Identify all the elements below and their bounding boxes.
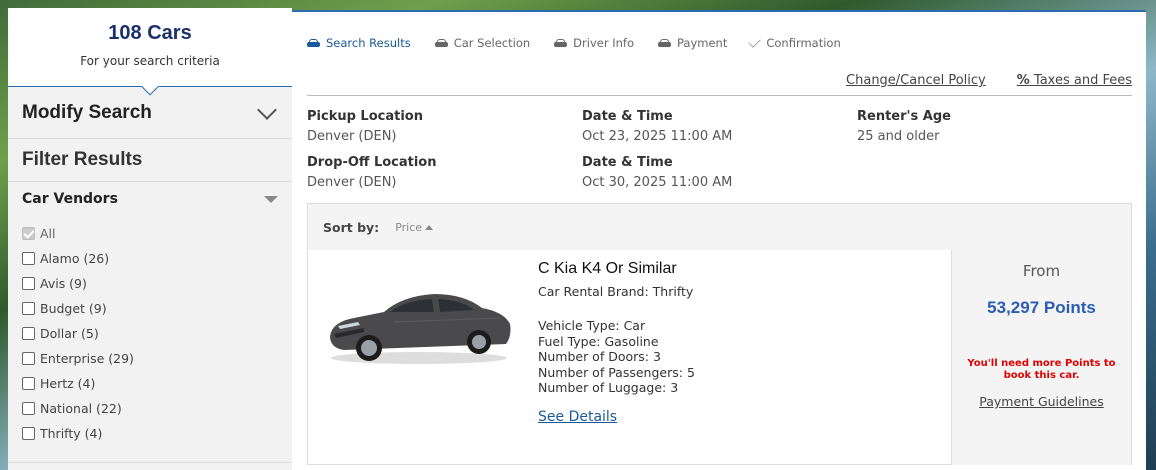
step-label: Car Selection [453,36,531,50]
divider [307,95,1132,96]
vendor-option-national[interactable]: National (22) [22,396,278,421]
checkbox[interactable] [22,227,35,240]
vendor-option-avis[interactable]: Avis (9) [22,271,278,296]
vendor-option-enterprise[interactable]: Enterprise (29) [22,346,278,371]
vendor-option-thrifty[interactable]: Thrifty (4) [22,421,278,446]
fuel-type: Fuel Type: Gasoline [538,333,659,349]
checkbox[interactable] [22,352,35,365]
car-title: C Kia K4 Or Similar [538,260,677,277]
vendor-list: All Alamo (26) Avis (9) Budget (9) Dolla… [8,216,292,446]
insufficient-points-warning: You'll need more Points to book this car… [967,358,1116,381]
vendor-label: Hertz (4) [40,376,96,391]
step-confirmation: Confirmation [748,35,841,50]
vendor-label: Budget (9) [40,301,107,316]
pickup-location: Pickup Location Denver (DEN) [307,109,423,144]
sort-value: Price [395,220,423,234]
step-label: Driver Info [573,36,634,50]
car-icon [307,38,320,48]
step-label: Search Results [326,36,411,50]
policy-links: Change/Cancel Policy % Taxes and Fees [815,73,1132,88]
vendor-label: Thrifty (4) [40,426,103,441]
number-of-passengers: Number of Passengers: 5 [538,364,695,380]
price-from-label: From [1022,262,1061,280]
payment-guidelines-link[interactable]: Payment Guidelines [952,394,1131,409]
checkbox[interactable] [22,302,35,315]
sort-label: Sort by: [323,219,380,235]
car-brand: Car Rental Brand: Thrifty [538,284,694,299]
car-image [330,294,511,364]
step-driver-info: Driver Info [554,36,634,50]
car-icon [434,38,448,48]
vendor-option-alamo[interactable]: Alamo (26) [22,246,278,271]
car-vendors-toggle[interactable]: Car Vendors [8,182,292,216]
chevron-down-icon [257,99,277,120]
pickup-location-value: Denver (DEN) [307,129,397,144]
dropoff-datetime-value: Oct 30, 2025 11:00 AM [582,175,733,190]
vendor-label: Enterprise (29) [40,351,134,366]
renter-age-label: Renter's Age [857,109,951,124]
number-of-doors: Number of Doors: 3 [538,349,661,364]
checkbox[interactable] [22,402,35,415]
results-subtitle: For your search criteria [80,54,220,68]
vendor-option-hertz[interactable]: Hertz (4) [22,371,278,396]
car-icon [657,38,671,48]
checkbox[interactable] [22,252,35,265]
vendor-label: Dollar (5) [40,326,99,341]
vendor-label: All [40,226,56,241]
results-summary: 108 Cars For your search criteria [8,8,292,96]
checkbox[interactable] [22,327,35,340]
percent-icon: % [1016,73,1030,88]
sort-bar: Sort by: Price [307,203,1132,251]
main-panel: Search Results Car Selection Driver Info… [292,10,1146,470]
dropoff-location-label: Drop-Off Location [307,155,437,170]
checkbox[interactable] [22,377,35,390]
price-points: 53,297 Points [987,298,1096,317]
step-label: Confirmation [766,36,841,50]
dropoff-location: Drop-Off Location Denver (DEN) [307,155,437,190]
car-icon [554,38,568,48]
number-of-luggage: Number of Luggage: 3 [538,380,679,395]
results-count: 108 Cars [108,22,192,44]
vendor-label: Avis (9) [40,276,87,291]
checkbox[interactable] [22,277,35,290]
sort-ascending-icon [425,224,434,230]
pickup-datetime-value: Oct 23, 2025 11:00 AM [582,129,733,144]
dropoff-location-value: Denver (DEN) [307,175,397,190]
modify-search-title: Modify Search [22,101,152,123]
step-label: Payment [676,36,728,50]
caret-down-icon [264,195,278,203]
vendor-option-all[interactable]: All [22,221,278,246]
vendor-option-budget[interactable]: Budget (9) [22,296,278,321]
step-search-results[interactable]: Search Results [307,36,411,50]
see-details-link[interactable]: See Details [538,409,617,425]
price-box: From 53,297 Points You'll need more Poin… [951,250,1131,465]
check-icon [748,35,762,48]
step-payment: Payment [657,36,728,50]
pickup-datetime: Date & Time Oct 23, 2025 11:00 AM [582,109,732,144]
step-car-selection: Car Selection [434,36,531,50]
vendor-option-dollar[interactable]: Dollar (5) [22,321,278,346]
car-result-card: C Kia K4 Or Similar Car Rental Brand: Th… [307,250,1132,465]
car-info: C Kia K4 Or Similar Car Rental Brand: Th… [538,260,695,425]
booking-steps: Search Results Car Selection Driver Info… [307,35,865,50]
checkbox[interactable] [22,427,35,440]
pickup-location-label: Pickup Location [307,109,423,124]
sidebar: 108 Cars For your search criteria Modify… [8,8,292,470]
pickup-datetime-label: Date & Time [582,109,673,124]
renter-age-value: 25 and older [857,129,940,144]
car-vendors-title: Car Vendors [22,191,118,207]
filter-results-title: Filter Results [8,139,292,182]
sidebar-divider [8,462,292,463]
vendor-label: National (22) [40,401,122,416]
change-cancel-policy-link[interactable]: Change/Cancel Policy [846,73,986,88]
vehicle-type: Vehicle Type: Car [538,318,646,333]
vendor-label: Alamo (26) [40,251,110,266]
renter-age: Renter's Age 25 and older [857,109,951,144]
sort-price-button[interactable]: Price [395,220,434,234]
dropoff-datetime: Date & Time Oct 30, 2025 11:00 AM [582,155,732,190]
dropoff-datetime-label: Date & Time [582,155,673,170]
taxes-link-label: Taxes and Fees [1033,73,1132,88]
taxes-and-fees-link[interactable]: % Taxes and Fees [1017,73,1132,88]
